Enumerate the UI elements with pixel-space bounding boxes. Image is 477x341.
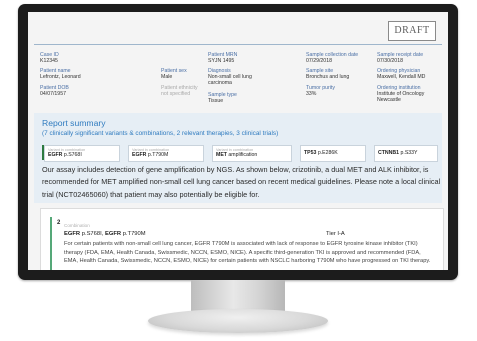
ordering-institution-value-line2: Newcastle [377, 97, 401, 103]
patient-sex-value: Male [161, 74, 173, 80]
variant-card-description: For certain patients with non-small cell… [64, 241, 431, 265]
summary-narrative: Our assay includes detection of gene amp… [42, 165, 441, 199]
report-summary-subtitle: (7 clinically significant variants & com… [42, 130, 279, 137]
patient-name-field: Patient name Lefrontz, Leonard [40, 68, 81, 80]
variant-chip-ctnnb1[interactable]: CTNNB1 p.S33Y [374, 145, 438, 162]
report-screen: DRAFT Case ID K12345 Patient MRN SYJN 14… [28, 12, 448, 270]
patient-ethnicity-field: Patient ethnicity not specified [161, 85, 198, 97]
patient-dob-field: Patient DOB 04/07/1957 [40, 85, 69, 97]
chip-variant: p.S33Y [400, 150, 418, 156]
chip-gene: TP53 [304, 150, 317, 156]
patient-dob-value: 04/07/1957 [40, 91, 66, 97]
variant-chip-met-amplification[interactable]: Variant in combination MET amplification [212, 145, 292, 162]
tumor-purity-field: Tumor purity 33% [306, 85, 335, 97]
variant-name-2: p.T790M [122, 231, 146, 237]
collection-date-field: Sample collection date 07/29/2018 [306, 52, 358, 64]
receipt-date-field: Sample receipt date 07/30/2018 [377, 52, 423, 64]
collection-date-value: 07/29/2018 [306, 58, 332, 64]
sample-type-value: Tissue [208, 98, 224, 104]
patient-name-value: Lefrontz, Leonard [40, 74, 81, 80]
chip-gene: EGFR [48, 152, 63, 158]
ordering-physician-field: Ordering physician Maxwell, Kendall MD [377, 68, 425, 80]
variant-chip-tp53[interactable]: TP53 p.E286K [300, 145, 366, 162]
diagnosis-field: Diagnosis Non-small cell lung carcinoma [208, 68, 252, 86]
draft-stamp: DRAFT [388, 21, 436, 41]
header-divider [34, 44, 442, 45]
variant-card-accent [50, 217, 52, 270]
variant-card-caption: Combination [64, 223, 90, 228]
variant-gene-1: EGFR [64, 231, 81, 237]
patient-ethnicity-value: not specified [161, 91, 191, 97]
ordering-physician-value: Maxwell, Kendall MD [377, 74, 426, 80]
chip-gene: MET [216, 152, 227, 158]
variant-chip-egfr-s768i[interactable]: Variant in combination EGFR p.S768I [44, 145, 120, 162]
case-id-field: Case ID K12345 [40, 52, 59, 64]
variant-card-title: EGFR p.S768I, EGFR p.T790M [64, 231, 146, 237]
patient-sex-field: Patient sex Male [161, 68, 187, 80]
chip-variant: p.E286K [317, 150, 338, 156]
chip-variant: p.S768I [63, 152, 82, 158]
variant-name-1: p.S768I, [81, 231, 104, 237]
sample-site-field: Sample site Bronchus and lung [306, 68, 349, 80]
chip-variant: amplification [228, 152, 258, 158]
chip-gene: EGFR [132, 152, 147, 158]
variant-card-tier: Tier I-A [326, 231, 345, 237]
monitor-stand-base [148, 309, 328, 333]
chip-variant: p.T790M [147, 152, 169, 158]
monitor-frame: DRAFT Case ID K12345 Patient MRN SYJN 14… [18, 4, 458, 280]
diagnosis-value-line2: carcinoma [208, 80, 232, 86]
tumor-purity-value: 33% [306, 91, 317, 97]
variant-chip-egfr-t790m[interactable]: Variant in combination EGFR p.T790M [128, 145, 204, 162]
variant-gene-2: EGFR [104, 231, 122, 237]
sample-site-value: Bronchus and lung [306, 74, 350, 80]
receipt-date-value: 07/30/2018 [377, 58, 403, 64]
ordering-institution-field: Ordering institution Institute of Oncolo… [377, 85, 424, 103]
patient-mrn-value: SYJN 1495 [208, 58, 235, 64]
chip-gene: CTNNB1 [378, 150, 400, 156]
sample-type-field: Sample type Tissue [208, 92, 237, 104]
case-id-value: K12345 [40, 58, 58, 64]
patient-mrn-field: Patient MRN SYJN 1495 [208, 52, 237, 64]
report-summary-title: Report summary [42, 118, 106, 128]
variant-card-number: 2 [57, 220, 61, 226]
